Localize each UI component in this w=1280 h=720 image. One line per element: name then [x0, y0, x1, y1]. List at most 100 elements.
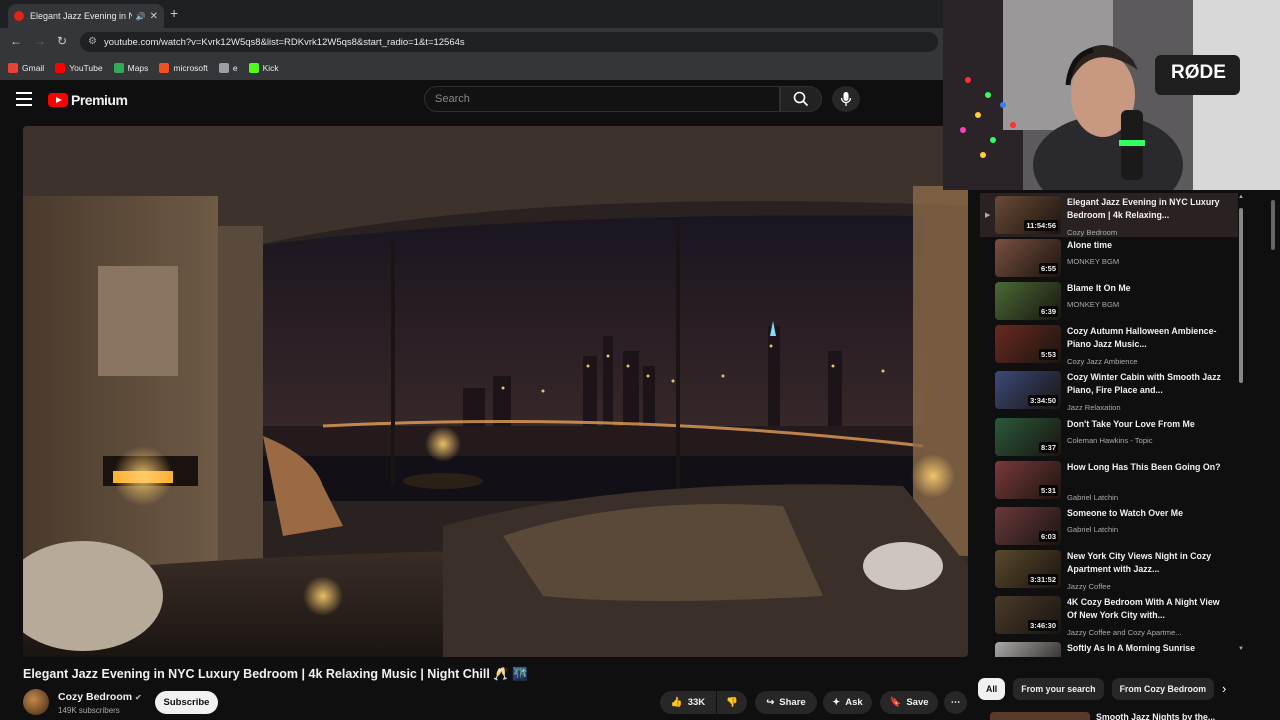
subscriber-count: 149K subscribers: [58, 706, 120, 715]
bookmark-kick[interactable]: Kick: [248, 63, 279, 73]
playlist-item[interactable]: 5:53 Cozy Autumn Halloween Ambience- Pian…: [980, 322, 1238, 366]
chip-from-your-search[interactable]: From your search: [1013, 678, 1104, 700]
speaker-icon[interactable]: 🔊: [136, 12, 146, 21]
playlist-item[interactable]: Softly As In A Morning Sunrise: [980, 639, 1238, 657]
bookmark-e[interactable]: e: [218, 63, 238, 73]
playlist-item[interactable]: 3:34:50 Cozy Winter Cabin with Smooth Jaz…: [980, 368, 1238, 412]
sparkle-icon: ✦: [832, 697, 841, 708]
microsoft-icon: [159, 63, 170, 73]
url-text: youtube.com/watch?v=Kvrk12W5qs8&list=RDK…: [104, 36, 465, 48]
browser-tab[interactable]: Elegant Jazz Evening in NYC 🔊 ✕: [8, 4, 164, 28]
playlist-item-title: How Long Has This Been Going On?: [1067, 462, 1221, 472]
reload-icon[interactable]: ↻: [57, 34, 67, 48]
back-icon[interactable]: ←: [10, 34, 22, 48]
new-tab-icon[interactable]: +: [170, 5, 178, 21]
search-input[interactable]: Search: [424, 86, 780, 112]
bookmark-label: Maps: [127, 63, 149, 73]
ask-label: Ask: [845, 697, 863, 708]
playlist-item-channel: Jazzy Coffee: [1067, 582, 1111, 591]
subscribe-button[interactable]: Subscribe: [155, 691, 218, 714]
playlist-thumbnail[interactable]: 3:46:30: [995, 596, 1061, 634]
bookmark-label: Gmail: [22, 63, 45, 73]
close-tab-icon[interactable]: ✕: [150, 11, 158, 22]
site-settings-icon[interactable]: ⚙: [88, 36, 97, 47]
playlist-thumbnail[interactable]: 8:37: [995, 418, 1061, 456]
playlist-thumbnail[interactable]: 3:31:52: [995, 550, 1061, 588]
ask-button[interactable]: ✦ Ask: [823, 691, 872, 714]
playlist-item[interactable]: ▶ 11:54:56 Elegant Jazz Evening in NYC Lux…: [980, 193, 1238, 237]
duration-badge: 11:54:56: [1024, 220, 1058, 231]
playlist-item[interactable]: 3:31:52 New York City Views Night in Cozy…: [980, 547, 1238, 591]
bookmarks-bar: Gmail YouTube Maps microsoft e Kick: [0, 56, 943, 80]
channel-avatar[interactable]: [23, 689, 49, 715]
playlist-item-title: 4K Cozy Bedroom With A Night View Of New…: [1067, 597, 1220, 620]
playlist-item[interactable]: 6:39 Blame It On Me MONKEY BGM: [980, 279, 1238, 323]
video-frame: [23, 126, 968, 657]
video-player[interactable]: [23, 126, 968, 657]
playlist-item-title: Someone to Watch Over Me: [1067, 508, 1184, 518]
bookmark-youtube[interactable]: YouTube: [55, 63, 103, 73]
playlist-thumbnail[interactable]: 6:39: [995, 282, 1061, 320]
duration-badge: 5:53: [1038, 349, 1058, 360]
youtube-icon: [55, 63, 66, 73]
playlist-thumbnail[interactable]: 6:55: [995, 239, 1061, 277]
scroll-up-icon[interactable]: ▲: [1238, 194, 1244, 200]
browser-tab-bar: Elegant Jazz Evening in NYC 🔊 ✕ +: [0, 0, 943, 28]
dislike-button[interactable]: 👎: [717, 691, 747, 714]
channel-name-text: Cozy Bedroom: [58, 691, 133, 703]
playlist-item[interactable]: 6:55 Alone time MONKEY BGM: [980, 236, 1238, 280]
playlist-panel: ▶ 11:54:56 Elegant Jazz Evening in NYC Lux…: [980, 193, 1238, 657]
playlist-item[interactable]: 8:37 Don't Take Your Love From Me Coleman …: [980, 415, 1238, 459]
bookmark-label: Kick: [262, 63, 279, 73]
playlist-item-title: Softly As In A Morning Sunrise: [1067, 643, 1196, 653]
playlist-item[interactable]: 3:46:30 4K Cozy Bedroom With A Night View…: [980, 593, 1238, 637]
playlist-thumbnail[interactable]: 5:31: [995, 461, 1061, 499]
save-button[interactable]: 🔖 Save: [880, 691, 938, 714]
webcam-feed: [943, 0, 1280, 190]
bookmark-microsoft[interactable]: microsoft: [159, 63, 208, 73]
playlist-thumbnail[interactable]: 6:03: [995, 507, 1061, 545]
playlist-item-title: Don't Take Your Love From Me: [1067, 419, 1195, 429]
playlist-item-channel: Jazzy Coffee and Cozy Apartme...: [1067, 628, 1182, 637]
playlist-item-title: Cozy Autumn Halloween Ambience- Piano Ja…: [1067, 326, 1217, 349]
recommended-title[interactable]: Smooth Jazz Nights by the...: [1096, 712, 1215, 720]
forward-icon[interactable]: →: [34, 34, 46, 48]
gmail-icon: [8, 63, 18, 73]
globe-icon: [218, 63, 229, 73]
scroll-down-icon[interactable]: ▼: [1238, 646, 1244, 652]
playlist-item[interactable]: 5:31 How Long Has This Been Going On? Gabr…: [980, 458, 1238, 502]
bookmark-maps[interactable]: Maps: [113, 63, 149, 73]
share-button[interactable]: ↪ Share: [755, 691, 817, 714]
bookmark-gmail[interactable]: Gmail: [8, 63, 44, 73]
thumbs-down-icon: 👎: [726, 697, 738, 708]
youtube-logo[interactable]: Premium: [48, 92, 128, 108]
playlist-thumbnail[interactable]: 5:53: [995, 325, 1061, 363]
chevron-right-icon[interactable]: ›: [1222, 681, 1226, 696]
more-actions-button[interactable]: ⋯: [944, 691, 967, 714]
page-scroll-thumb[interactable]: [1271, 200, 1275, 250]
playlist-thumbnail[interactable]: 11:54:56: [995, 196, 1061, 234]
playlist-item-title: New York City Views Night in Cozy Apartm…: [1067, 551, 1212, 574]
kick-icon: [248, 63, 259, 73]
chip-from-cozy-bedroom[interactable]: From Cozy Bedroom: [1111, 678, 1215, 700]
playlist-item-title: Blame It On Me: [1067, 283, 1131, 293]
playlist-thumbnail[interactable]: 3:34:50: [995, 371, 1061, 409]
playlist-scrollbar[interactable]: ▲ ▼: [1238, 194, 1244, 656]
recommended-thumbnail[interactable]: [990, 712, 1090, 720]
page-scrollbar[interactable]: [1268, 190, 1278, 720]
channel-name[interactable]: Cozy Bedroom ✔: [58, 691, 142, 703]
menu-icon[interactable]: [16, 92, 32, 106]
chip-all[interactable]: All: [978, 678, 1006, 700]
playlist-item-channel: Gabriel Latchin: [1067, 493, 1119, 502]
playlist-item[interactable]: 6:03 Someone to Watch Over Me Gabriel Latc…: [980, 504, 1238, 548]
duration-badge: 5:31: [1038, 485, 1058, 496]
youtube-favicon-icon: [14, 11, 24, 21]
like-button[interactable]: 👍 33K: [660, 691, 716, 714]
url-field[interactable]: ⚙ youtube.com/watch?v=Kvrk12W5qs8&list=R…: [80, 32, 938, 52]
playlist-scroll-thumb[interactable]: [1239, 208, 1243, 383]
playlist-thumbnail[interactable]: [995, 642, 1061, 657]
search-button[interactable]: [780, 86, 822, 112]
playlist-item-channel: Cozy Jazz Ambience: [1067, 357, 1138, 366]
duration-badge: 3:34:50: [1028, 395, 1058, 406]
voice-search-button[interactable]: [832, 86, 860, 112]
